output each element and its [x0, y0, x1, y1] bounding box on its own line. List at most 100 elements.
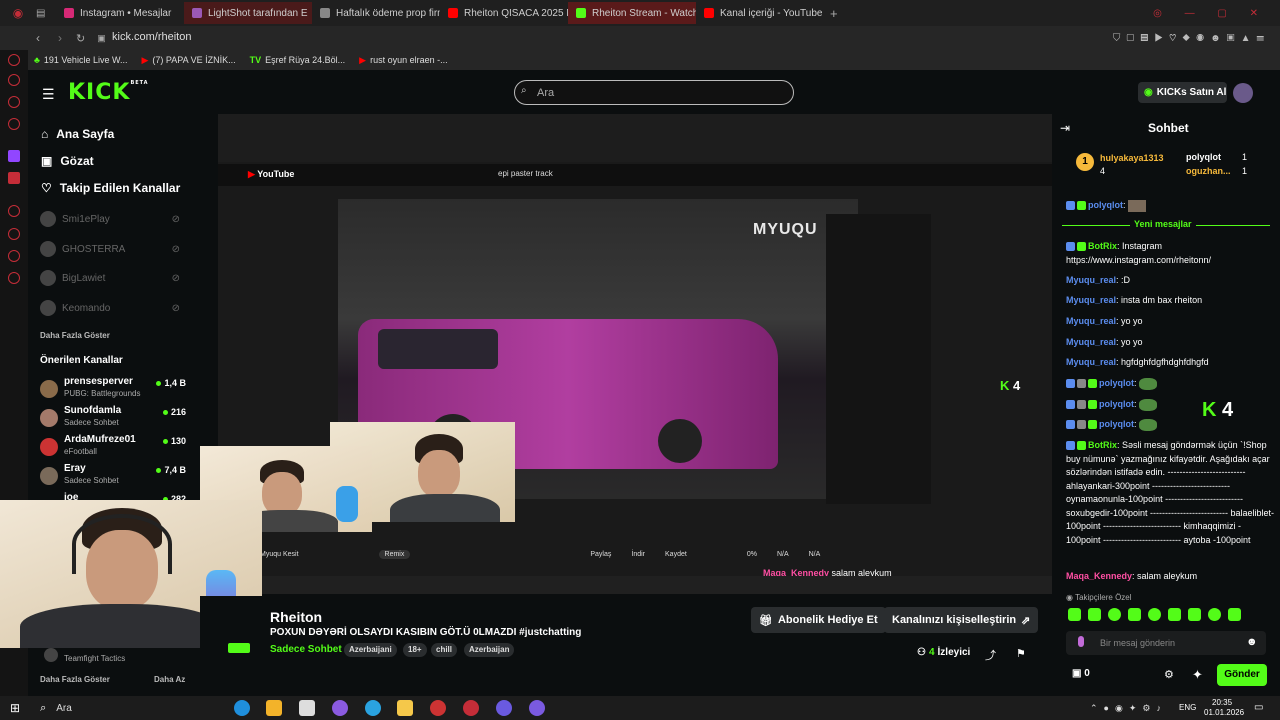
side-panel-icon[interactable]	[8, 118, 20, 130]
side-panel-icon[interactable]	[8, 228, 20, 240]
notifications-icon[interactable]: ▭	[1254, 702, 1263, 713]
emote-icon[interactable]	[1208, 608, 1221, 621]
emote-icon[interactable]	[1148, 608, 1161, 621]
show-more-link[interactable]: Daha Fazla Göster	[40, 331, 110, 340]
emote-icon[interactable]	[1228, 608, 1241, 621]
followed-channel[interactable]: BigLawiet ⊘	[40, 270, 190, 286]
youtube-icon[interactable]	[8, 172, 20, 184]
recommended-channel[interactable]: prensesperver PUBG: Battlegrounds 1,4 B	[40, 376, 190, 404]
customize-channel-button[interactable]: Kanalınızı kişiselleştirin ⇗	[884, 607, 1039, 633]
tab-youtube-video[interactable]: Rheiton QISACA 2025 My	[440, 2, 568, 24]
clock-time[interactable]: 20:35	[1212, 698, 1232, 707]
opera-icon[interactable]	[463, 700, 479, 716]
bookmark-4[interactable]: ▶ rust oyun elraen -...	[359, 55, 447, 66]
stream-category[interactable]: Sadece Sohbet	[270, 644, 342, 655]
emoji-icon[interactable]: ☻	[1246, 636, 1258, 648]
store-icon[interactable]	[266, 700, 282, 716]
search-input[interactable]: ⌕ Ara	[514, 80, 794, 105]
recommended-channel[interactable]: ArdaMufreze01 eFootball 130	[40, 434, 190, 462]
nav-following[interactable]: ♡ Takip Edilen Kanallar	[41, 181, 180, 195]
tab-list-icon[interactable]: ▤	[36, 8, 56, 19]
chat-username[interactable]: Myuqu_real	[1066, 316, 1116, 326]
show-more-link[interactable]: Daha Fazla Göster	[40, 675, 110, 684]
edge-icon[interactable]	[234, 700, 250, 716]
video-player[interactable]: ▶ YouTube epi paster track MYUQU K 4 Myu…	[200, 114, 1052, 594]
side-panel-icon[interactable]	[8, 205, 20, 217]
stream-tag[interactable]: chill	[431, 643, 458, 657]
collapse-chat-icon[interactable]: ⇥	[1060, 121, 1070, 135]
gift-sub-button[interactable]: 🎁︎ Abonelik Hediye Et	[751, 607, 886, 633]
chat-username[interactable]: Maqa_Kennedy	[1066, 571, 1132, 581]
user-avatar[interactable]	[1233, 83, 1253, 103]
hamburger-menu-icon[interactable]: ☰	[42, 86, 55, 103]
chat-username[interactable]: polyqlot	[1099, 419, 1134, 429]
tab-lightshot[interactable]: LightShot tarafından E	[184, 2, 312, 24]
forward-icon[interactable]: ›	[58, 31, 62, 45]
stream-tag[interactable]: Azerbaijan	[464, 643, 515, 657]
tab-kick-stream[interactable]: Rheiton Stream - Watch L	[568, 2, 696, 24]
stream-tag[interactable]: 18+	[403, 643, 427, 657]
emote-icon[interactable]	[1108, 608, 1121, 621]
settings-icon[interactable]	[8, 272, 20, 284]
points-counter[interactable]: ▣ 0	[1072, 668, 1090, 679]
browser-menu-icon[interactable]: ◉	[0, 6, 36, 20]
taskbar-search[interactable]: Ara	[56, 703, 72, 714]
chat-settings-icon[interactable]: ⚙	[1164, 668, 1174, 681]
stream-tag[interactable]: Azerbaijani	[344, 643, 397, 657]
windows-start-icon[interactable]: ⊞	[10, 701, 20, 715]
app-icon[interactable]	[299, 700, 315, 716]
chat-username[interactable]: Myuqu_real	[1066, 275, 1116, 285]
chat-username[interactable]: BotRix	[1088, 241, 1117, 251]
discord-icon[interactable]	[529, 700, 545, 716]
chat-username[interactable]: polyqlot	[1088, 200, 1123, 210]
folder-icon[interactable]	[397, 700, 413, 716]
extensions-toolbar[interactable]: ⛉▢▤▶♡◆◉☻▣▲☰	[1113, 33, 1270, 44]
new-tab-icon[interactable]: +	[830, 6, 838, 21]
send-button[interactable]: Gönder	[1217, 664, 1267, 686]
window-controls[interactable]: ◎ — ▢ ✕	[1153, 8, 1268, 19]
recommended-channel[interactable]: Sunofdamla Sadece Sohbet 216	[40, 405, 190, 433]
bookmark-2[interactable]: ▶ (7) PAPA VE İZNİK...	[141, 55, 235, 66]
followed-channel[interactable]: Keomando ⊘	[40, 300, 190, 316]
show-less-link[interactable]: Daha Az	[154, 675, 185, 684]
emote-picker-icon[interactable]: ✦	[1192, 667, 1203, 683]
system-tray[interactable]: ⌃●◉✦⚙♪	[1090, 703, 1167, 714]
followed-channel[interactable]: Smi1ePlay ⊘	[40, 211, 190, 227]
clock-date[interactable]: 01.01.2026	[1204, 708, 1244, 717]
chat-username[interactable]: BotRix	[1088, 440, 1117, 450]
app-icon[interactable]	[496, 700, 512, 716]
tab-instagram[interactable]: Instagram • Mesajlar	[56, 2, 184, 24]
bookmark-1[interactable]: ♣ 191 Vehicle Live W...	[34, 55, 127, 65]
site-settings-icon[interactable]: ▣	[97, 33, 106, 44]
chat-username[interactable]: polyqlot	[1099, 399, 1134, 409]
telegram-icon[interactable]	[365, 700, 381, 716]
chat-username[interactable]: Myuqu_real	[1066, 295, 1116, 305]
chat-username[interactable]: Myuqu_real	[1066, 357, 1116, 367]
emote-icon[interactable]	[1068, 608, 1081, 621]
mic-icon[interactable]	[1078, 636, 1084, 647]
chat-username[interactable]: polyqlot	[1099, 378, 1134, 388]
search-icon[interactable]: ⌕	[40, 702, 46, 715]
nav-home[interactable]: ⌂ Ana Sayfa	[41, 127, 114, 141]
side-panel-icon[interactable]	[8, 96, 20, 108]
emote-icon[interactable]	[1168, 608, 1181, 621]
kicks-buy-button[interactable]: ◉ KICKs Satın Al	[1138, 82, 1227, 103]
report-icon[interactable]: ⚑	[1016, 647, 1026, 660]
emote-icon[interactable]	[1088, 608, 1101, 621]
app-icon[interactable]	[430, 700, 446, 716]
chat-input[interactable]: Bir mesaj gönderin ☻	[1066, 631, 1266, 655]
copilot-icon[interactable]	[332, 700, 348, 716]
streamer-name[interactable]: Rheiton	[270, 609, 322, 625]
side-panel-icon[interactable]	[8, 250, 20, 262]
kick-logo[interactable]: KICKBETA	[68, 80, 149, 105]
twitch-icon[interactable]	[8, 150, 20, 162]
bookmark-3[interactable]: TV Eşref Rüya 24.Böl...	[250, 55, 346, 65]
language-indicator[interactable]: ENG	[1179, 703, 1196, 712]
back-icon[interactable]: ‹	[36, 31, 40, 45]
side-panel-icon[interactable]	[8, 74, 20, 86]
emote-icon[interactable]	[1188, 608, 1201, 621]
reload-icon[interactable]: ↻	[76, 32, 85, 45]
share-icon[interactable]: ⤴	[985, 647, 996, 663]
url-field[interactable]: kick.com/rheiton	[112, 31, 191, 43]
nav-browse[interactable]: ▣ Gözat	[41, 154, 94, 168]
